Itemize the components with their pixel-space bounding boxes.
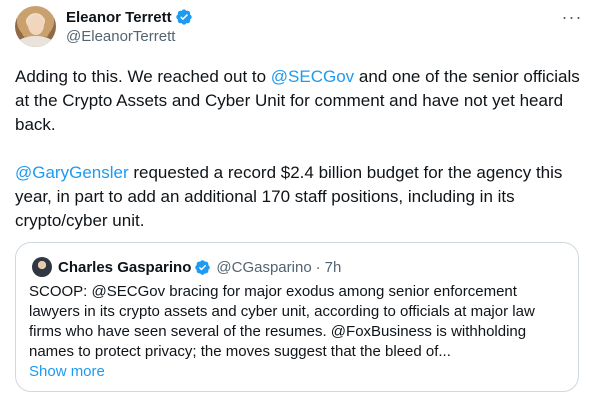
ellipsis-icon: ··· xyxy=(561,6,583,27)
tweet-paragraph-2: @GaryGensler requested a record $2.4 bil… xyxy=(15,161,590,233)
quoted-text: SCOOP: @SECGov bracing for major exodus … xyxy=(29,282,569,382)
quoted-text-body: SCOOP: @SECGov bracing for major exodus … xyxy=(29,283,535,360)
mention-link-secgov[interactable]: @SECGov xyxy=(271,67,354,86)
author-display-name[interactable]: Eleanor Terrett xyxy=(66,9,172,26)
verified-badge-icon xyxy=(175,8,193,26)
quoted-display-name[interactable]: Charles Gasparino xyxy=(58,259,191,276)
quoted-handle[interactable]: @CGasparino xyxy=(216,259,311,276)
more-options-button[interactable]: ··· xyxy=(562,7,582,27)
quoted-author-avatar[interactable] xyxy=(32,257,52,277)
show-more-link[interactable]: Show more xyxy=(29,363,105,380)
tweet-text-segment: Adding to this. We reached out to xyxy=(15,67,271,86)
quoted-header: Charles Gasparino @CGasparino · 7h xyxy=(58,257,341,277)
author-handle[interactable]: @EleanorTerrett xyxy=(66,28,175,45)
quoted-timestamp[interactable]: 7h xyxy=(325,259,342,276)
verified-badge-icon xyxy=(194,259,211,276)
author-name-row: Eleanor Terrett xyxy=(66,7,193,27)
tweet-text: Adding to this. We reached out to @SECGo… xyxy=(15,65,590,233)
mention-link-garygensler[interactable]: @GaryGensler xyxy=(15,163,129,182)
tweet[interactable]: Eleanor Terrett @EleanorTerrett ··· Addi… xyxy=(0,0,607,409)
author-avatar[interactable] xyxy=(15,6,56,47)
quoted-tweet[interactable]: Charles Gasparino @CGasparino · 7h SCOOP… xyxy=(15,242,579,392)
quoted-separator: · xyxy=(315,258,321,276)
avatar-face xyxy=(28,15,44,35)
tweet-paragraph-1: Adding to this. We reached out to @SECGo… xyxy=(15,65,590,137)
